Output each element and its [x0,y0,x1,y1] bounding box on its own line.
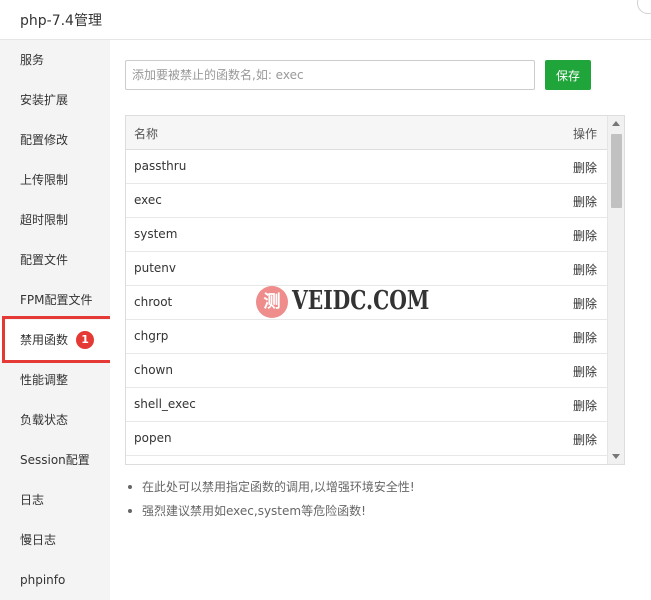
delete-link[interactable]: 删除 [573,193,597,210]
table-row: passthru 删除 [126,150,609,184]
sidebar-item-fpm-config-file[interactable]: FPM配置文件 [0,280,110,320]
function-name-cell: chown [134,363,173,377]
sidebar-item-label: 负载状态 [20,413,69,427]
function-name-cell: passthru [134,159,187,173]
sidebar-item-service[interactable]: 服务 [0,40,110,80]
function-name-cell: system [134,227,178,241]
table-row: chroot 删除 [126,286,609,320]
sidebar-item-session-config[interactable]: Session配置 [0,440,110,480]
function-name-cell: putenv [134,261,177,275]
sidebar-item-label: 超时限制 [20,213,69,227]
function-name-input[interactable] [125,60,535,90]
save-button[interactable]: 保存 [545,60,591,90]
table-row: system 删除 [126,218,609,252]
table-row: chown 删除 [126,354,609,388]
delete-link[interactable]: 删除 [573,295,597,312]
sidebar-nav: 服务 安装扩展 配置修改 上传限制 超时限制 配置文件 FPM配置文件 禁用函数… [0,40,110,600]
sidebar-item-label: 服务 [20,53,45,67]
sidebar-item-label: Session配置 [20,453,90,467]
sidebar-item-upload-limit[interactable]: 上传限制 [0,160,110,200]
sidebar-item-label: 上传限制 [20,173,69,187]
sidebar-item-label: 日志 [20,493,45,507]
disabled-functions-table: 名称 操作 passthru 删除 exec 删除 system 删除 pute… [125,115,625,465]
scroll-down-arrow-icon[interactable] [608,448,624,464]
scrollbar-thumb[interactable] [611,134,622,208]
table-row: popen 删除 [126,422,609,456]
sidebar-item-log[interactable]: 日志 [0,480,110,520]
table-row: putenv 删除 [126,252,609,286]
column-header-action: 操作 [572,127,597,141]
function-name-cell: exec [134,193,162,207]
table-body: 名称 操作 passthru 删除 exec 删除 system 删除 pute… [126,116,609,464]
sidebar-item-label: 慢日志 [20,533,57,547]
sidebar-item-label: 安装扩展 [20,93,69,107]
sidebar-item-load-status[interactable]: 负载状态 [0,400,110,440]
sidebar-item-install-extensions[interactable]: 安装扩展 [0,80,110,120]
sidebar-item-label: 配置修改 [20,133,69,147]
table-scrollbar[interactable] [607,116,624,464]
sidebar-item-performance-tuning[interactable]: 性能调整 [0,360,110,400]
sidebar-item-label: 禁用函数 [20,333,69,347]
sidebar-item-phpinfo[interactable]: phpinfo [0,560,110,600]
delete-link[interactable]: 删除 [573,159,597,176]
help-tip: 在此处可以禁用指定函数的调用,以增强环境安全性! [125,475,625,499]
help-tips-list: 在此处可以禁用指定函数的调用,以增强环境安全性! 强烈建议禁用如exec,sys… [125,475,625,523]
function-name-cell: chgrp [134,329,169,343]
table-header: 名称 操作 [126,116,609,150]
function-name-cell: chroot [134,295,173,309]
dialog-titlebar: php-7.4管理 [0,0,651,40]
dialog-title: php-7.4管理 [20,13,102,29]
sidebar-item-disabled-functions[interactable]: 禁用函数 1 [0,320,110,360]
function-name-cell: shell_exec [134,397,196,411]
delete-link[interactable]: 删除 [573,431,597,448]
close-button[interactable] [637,0,651,14]
step-number-badge: 1 [76,330,95,349]
table-row: exec 删除 [126,184,609,218]
column-header-name: 名称 [134,127,159,141]
delete-link[interactable]: 删除 [573,329,597,346]
delete-link[interactable]: 删除 [573,397,597,414]
sidebar-item-label: FPM配置文件 [20,293,93,307]
delete-link[interactable]: 删除 [573,363,597,380]
disabled-functions-panel: 保存 名称 操作 passthru 删除 exec 删除 system 删除 [110,40,651,600]
delete-link[interactable]: 删除 [573,227,597,244]
table-row: chgrp 删除 [126,320,609,354]
php-manager-dialog: php-7.4管理 服务 安装扩展 配置修改 上传限制 超时限制 配置文件 FP… [0,0,651,600]
sidebar-item-label: 配置文件 [20,253,69,267]
sidebar-item-label: 性能调整 [20,373,69,387]
scroll-up-arrow-icon[interactable] [608,116,624,132]
help-tip: 强烈建议禁用如exec,system等危险函数! [125,499,625,523]
delete-link[interactable]: 删除 [573,261,597,278]
table-row: shell_exec 删除 [126,388,609,422]
function-name-cell: popen [134,431,172,445]
sidebar-item-config-edit[interactable]: 配置修改 [0,120,110,160]
sidebar-item-label: phpinfo [20,573,66,587]
sidebar-item-config-file[interactable]: 配置文件 [0,240,110,280]
sidebar-item-timeout-limit[interactable]: 超时限制 [0,200,110,240]
sidebar-item-slow-log[interactable]: 慢日志 [0,520,110,560]
